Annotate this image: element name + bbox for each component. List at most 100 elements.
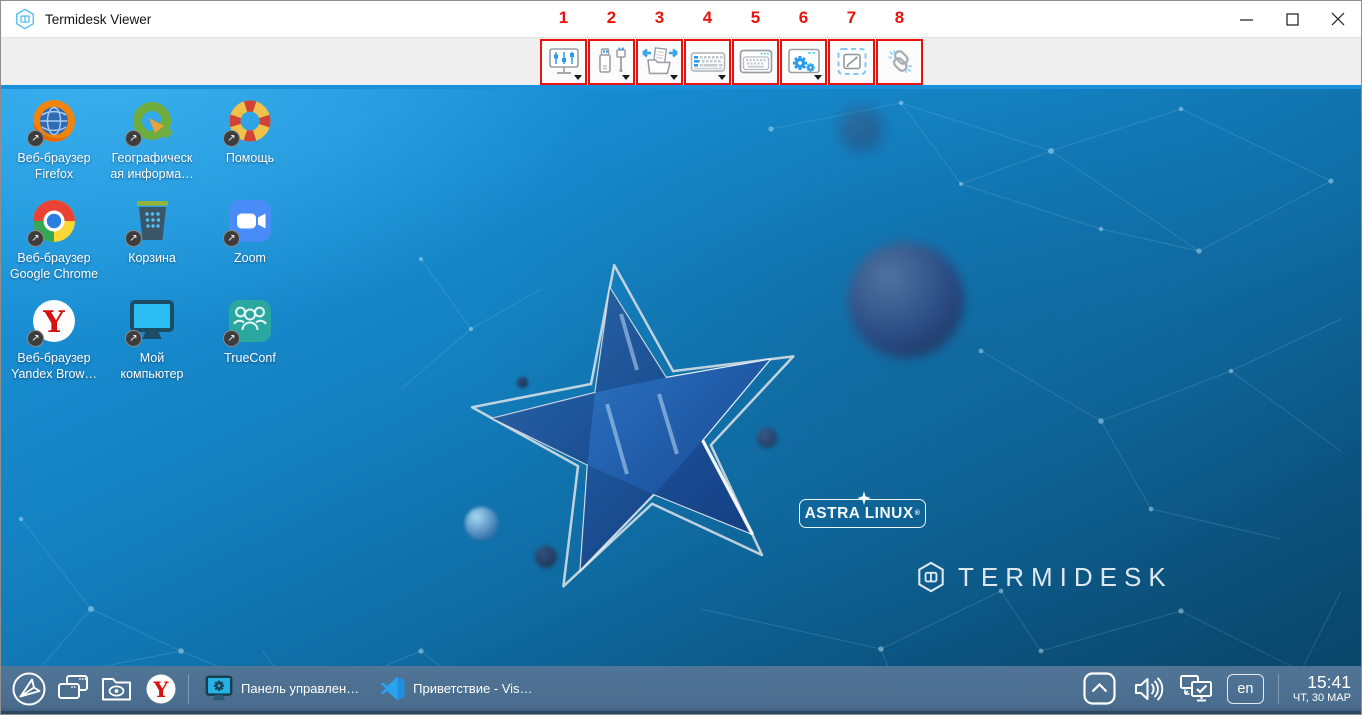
volume-button[interactable]: [1131, 667, 1167, 711]
fullscreen-icon: [835, 46, 869, 78]
annotation-number-5: 5: [751, 8, 760, 28]
desktop-icon-label: Веб-браузер Yandex Brow…: [11, 350, 97, 383]
shortcut-arrow-badge: ↗: [223, 230, 240, 247]
remote-desktop-area[interactable]: ↗ Веб-браузер Firefox ↗ Географическ ая …: [1, 85, 1361, 668]
astra-star-icon: [856, 490, 872, 506]
annotation-number-8: 8: [895, 8, 904, 28]
clock-date: ЧТ, 30 МАР: [1293, 692, 1351, 704]
chevron-down-icon: [814, 75, 822, 80]
annotation-number-4: 4: [703, 8, 712, 28]
network-displays-button[interactable]: [1176, 667, 1218, 711]
svg-text:Y: Y: [153, 677, 170, 702]
annotation-number-7: 7: [847, 8, 856, 28]
desktop-icon-label: Помощь: [226, 150, 274, 166]
shortcut-arrow-badge: ↗: [223, 130, 240, 147]
task-control-panel[interactable]: Панель управлен…: [194, 667, 369, 711]
virtual-keyboard-button[interactable]: [732, 39, 779, 85]
desktop-icon-trash[interactable]: ↗ Корзина: [103, 197, 201, 297]
desktop-icon-qgis[interactable]: ↗ Географическ ая информа…: [103, 97, 201, 197]
file-transfer-icon: [641, 46, 679, 78]
desktop-icon-chrome[interactable]: ↗ Веб-браузер Google Chrome: [5, 197, 103, 297]
termidesk-logo: TERMIDESK: [916, 561, 1173, 593]
shortcut-arrow-badge: ↗: [27, 130, 44, 147]
desktop-icon-label: Географическ ая информа…: [110, 150, 193, 183]
minimize-button[interactable]: [1223, 1, 1269, 37]
close-icon: [1331, 12, 1345, 26]
shortcut-arrow-badge: ↗: [125, 230, 142, 247]
desktop-icon-zoom[interactable]: ↗ Zoom: [201, 197, 299, 297]
desktop-icon-label: Мой компьютер: [120, 350, 183, 383]
wallpaper-sphere-faint: [839, 107, 883, 151]
control-panel-icon: [204, 674, 234, 704]
termidesk-app-icon: [14, 8, 36, 30]
clock-widget[interactable]: 15:41 ЧТ, 30 МАР: [1293, 673, 1351, 705]
desktop-icon-label: Zoom: [234, 250, 266, 266]
astra-linux-logo: ASTRA LINUX®: [799, 499, 926, 528]
taskbar-separator: [188, 674, 189, 704]
astra-linux-text: ASTRA LINUX: [805, 505, 914, 523]
shortcut-arrow-badge: ↗: [27, 230, 44, 247]
yandex-browser-icon: Y: [145, 673, 177, 705]
connection-link-icon: [883, 46, 917, 78]
display-settings-button[interactable]: [540, 39, 587, 85]
chevron-down-icon: [718, 75, 726, 80]
keyboard-shortcuts-icon: [689, 47, 727, 77]
termidesk-hexagon-icon: [916, 561, 946, 593]
layout-code: en: [1237, 681, 1253, 697]
title-bar: Termidesk Viewer: [1, 1, 1361, 37]
astra-star-graphic: [471, 264, 811, 604]
file-transfer-button[interactable]: [636, 39, 683, 85]
termidesk-text: TERMIDESK: [958, 562, 1173, 593]
minimize-icon: [1240, 13, 1253, 26]
folder-eye-icon: [100, 674, 134, 704]
annotation-number-2: 2: [607, 8, 616, 28]
connection-link-button[interactable]: [876, 39, 923, 85]
annotation-number-6: 6: [799, 8, 808, 28]
annotation-number-1: 1: [559, 8, 568, 28]
chevron-down-icon: [622, 75, 630, 80]
fullscreen-button[interactable]: [828, 39, 875, 85]
maximize-button[interactable]: [1269, 1, 1315, 37]
usb-devices-icon: [595, 46, 629, 78]
desktop-icon-my-computer[interactable]: ↗ Мой компьютер: [103, 297, 201, 397]
window-switcher-button[interactable]: [51, 667, 95, 711]
vscode-icon: [379, 675, 406, 702]
task-label: Панель управлен…: [241, 681, 359, 696]
maximize-icon: [1286, 13, 1299, 26]
speaker-icon: [1133, 674, 1165, 704]
virtual-keyboard-icon: [737, 46, 775, 78]
keyboard-shortcuts-button[interactable]: [684, 39, 731, 85]
astra-launcher-icon: [11, 671, 47, 707]
viewer-toolbar: 1 2: [1, 37, 1361, 85]
desktop-icon-firefox[interactable]: ↗ Веб-браузер Firefox: [5, 97, 103, 197]
usb-devices-button[interactable]: [588, 39, 635, 85]
svg-text:Y: Y: [42, 305, 65, 340]
yandex-browser-taskbar-button[interactable]: Y: [139, 667, 183, 711]
keyboard-layout-indicator[interactable]: en: [1227, 674, 1264, 704]
desktop-icon-label: Веб-браузер Google Chrome: [10, 250, 98, 283]
system-tray: en 15:41 ЧТ, 30 МАР: [1078, 667, 1355, 711]
annotation-number-3: 3: [655, 8, 664, 28]
app-launcher-button[interactable]: [7, 667, 51, 711]
chevron-down-icon: [574, 75, 582, 80]
session-settings-icon: [785, 46, 823, 78]
desktop-icon-label: Корзина: [128, 250, 176, 266]
task-vscode[interactable]: Приветствие - Vis…: [369, 667, 542, 711]
tray-separator: [1278, 674, 1279, 704]
close-button[interactable]: [1315, 1, 1361, 37]
tray-expand-button[interactable]: [1078, 667, 1122, 711]
desktop-icon-label: Веб-браузер Firefox: [17, 150, 90, 183]
termidesk-viewer-window: Termidesk Viewer 1: [0, 0, 1362, 715]
desktop-icon-label: TrueConf: [224, 350, 276, 366]
desktop-icon-yandex[interactable]: Y ↗ Веб-браузер Yandex Brow…: [5, 297, 103, 397]
shortcut-arrow-badge: ↗: [125, 130, 142, 147]
session-settings-button[interactable]: [780, 39, 827, 85]
clock-time: 15:41: [1293, 673, 1351, 693]
file-manager-button[interactable]: [95, 667, 139, 711]
task-label: Приветствие - Vis…: [413, 681, 532, 696]
desktop-icon-trueconf[interactable]: ↗ TrueConf: [201, 297, 299, 397]
desktop-icon-help[interactable]: ↗ Помощь: [201, 97, 299, 197]
connected-displays-icon: [1179, 673, 1215, 705]
chevron-down-icon: [670, 75, 678, 80]
taskbar: Y Панель управлен… Приветствие - Vis…: [1, 666, 1361, 714]
